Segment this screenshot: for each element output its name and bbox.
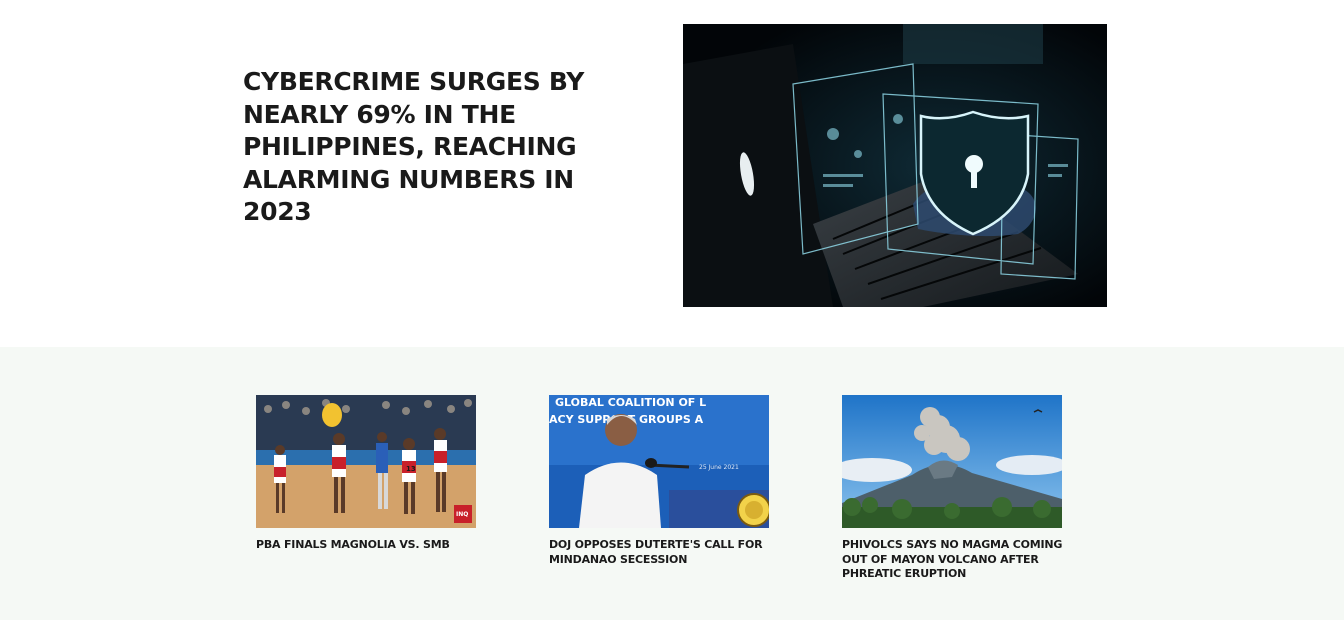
backdrop-text: GLOBAL COALITION OF L	[555, 396, 706, 409]
related-stories: 13 INQ PBA FINALS MAGNOLIA VS. SMB GLOBA…	[0, 347, 1344, 620]
related-card-title[interactable]: PBA FINALS MAGNOLIA VS. SMB	[256, 538, 501, 553]
backdrop-text: 25 June 2021	[699, 464, 739, 471]
podium-speech-thumbnail[interactable]: GLOBAL COALITION OF L ACY SUPPORT GROUPS…	[549, 395, 769, 528]
hero-section: CYBERCRIME SURGES BY NEARLY 69% IN THE P…	[0, 0, 1344, 347]
related-card[interactable]: GLOBAL COALITION OF L ACY SUPPORT GROUPS…	[549, 395, 789, 567]
svg-text:13: 13	[406, 465, 416, 473]
related-card-title[interactable]: PHIVOLCS SAYS NO MAGMA COMING OUT OF MAY…	[842, 538, 1087, 582]
volcano-thumbnail[interactable]	[842, 395, 1062, 528]
page: CYBERCRIME SURGES BY NEARLY 69% IN THE P…	[0, 0, 1344, 620]
basketball-game-thumbnail[interactable]: 13 INQ	[256, 395, 476, 528]
hero-article-image[interactable]	[683, 24, 1107, 307]
related-card[interactable]: PHIVOLCS SAYS NO MAGMA COMING OUT OF MAY…	[842, 395, 1082, 582]
hero-article-title[interactable]: CYBERCRIME SURGES BY NEARLY 69% IN THE P…	[243, 66, 643, 229]
related-card-title[interactable]: DOJ OPPOSES DUTERTE'S CALL FOR MINDANAO …	[549, 538, 794, 567]
inq-badge-text: INQ	[456, 511, 468, 518]
related-card[interactable]: 13 INQ PBA FINALS MAGNOLIA VS. SMB	[256, 395, 496, 553]
